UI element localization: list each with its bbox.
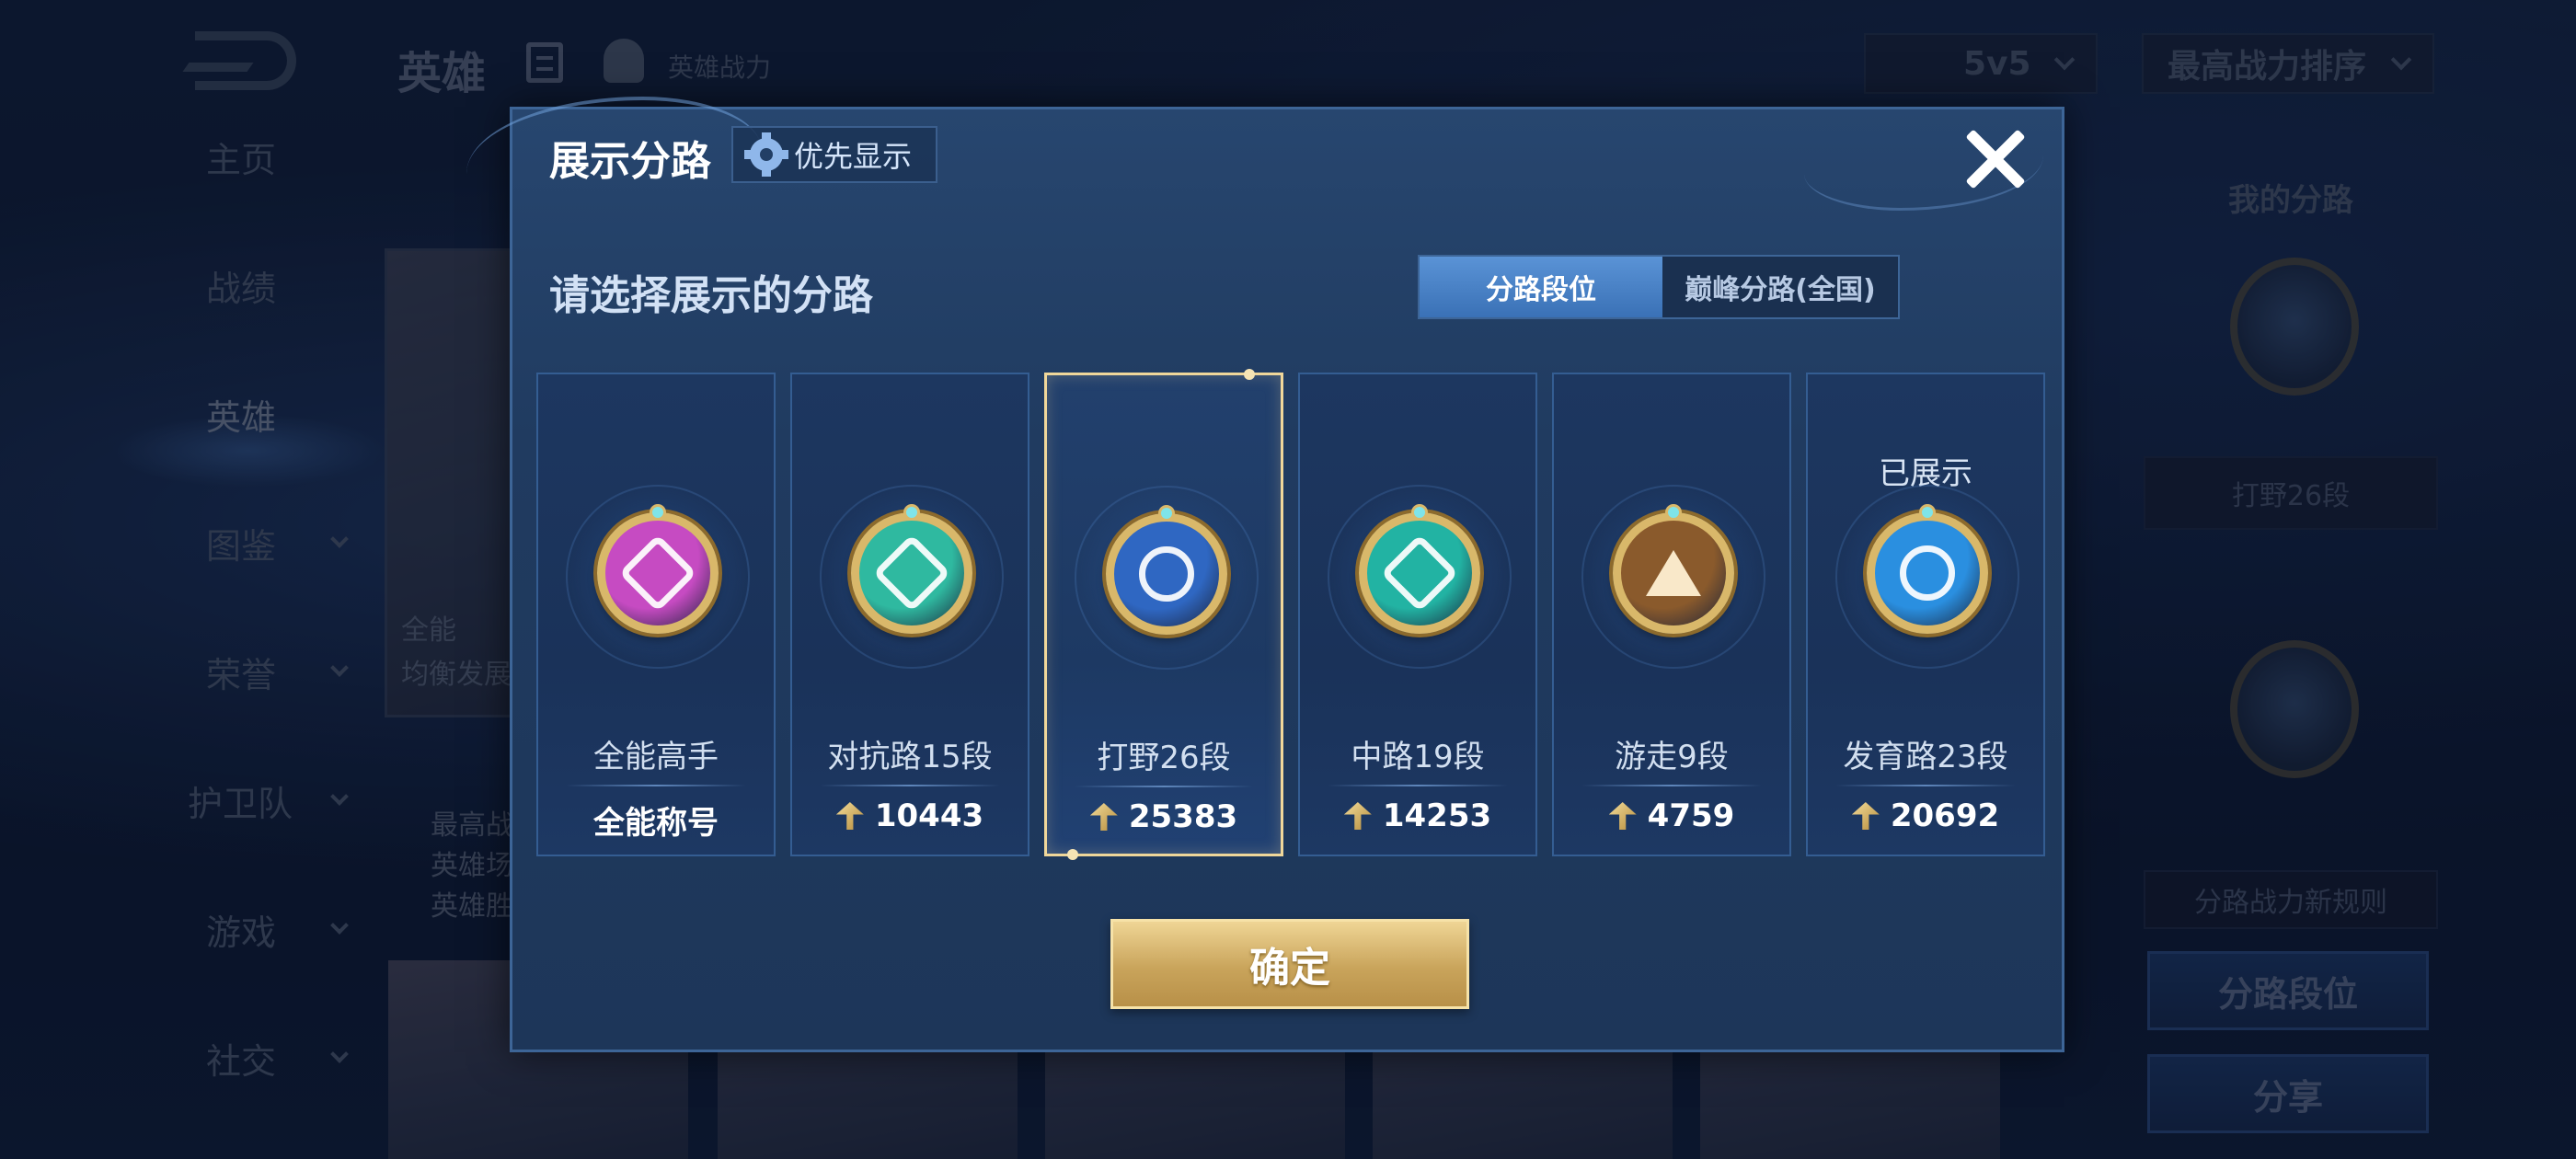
lane-card[interactable]: 已展示 发育路23段 20692 [1806, 373, 2045, 856]
badge-glyph-icon [1900, 545, 1955, 601]
lane-power: 全能称号 [538, 798, 774, 843]
lane-card[interactable]: 游走9段 4759 [1552, 373, 1791, 856]
divider [820, 785, 1000, 786]
divider [1075, 786, 1253, 787]
lane-name: 打野26段 [1097, 740, 1231, 776]
gem-icon [1411, 504, 1428, 521]
lane-name: 游走9段 [1615, 739, 1729, 775]
lane-power: 14253 [1300, 798, 1535, 834]
gem-icon [903, 504, 920, 521]
badge-glyph-icon [872, 534, 951, 613]
tab-peak-lane[interactable]: 巅峰分路(全国) [1662, 257, 1898, 317]
dialog-subtitle: 请选择展示的分路 [549, 272, 873, 319]
priority-display-label: 优先显示 [794, 139, 913, 174]
close-icon[interactable] [1962, 126, 2027, 190]
gem-icon [1919, 504, 1936, 521]
divider [1581, 785, 1762, 786]
badge-glyph-icon [1139, 546, 1194, 602]
badge-glyph-icon [618, 534, 697, 613]
gem-icon [1158, 505, 1175, 522]
lane-card[interactable]: 全能高手 全能称号 [536, 373, 776, 856]
lane-power: 4759 [1554, 798, 1789, 834]
lane-mode-tabs: 分路段位 巅峰分路(全国) [1418, 255, 1900, 319]
jungle-dragon-icon [1106, 505, 1227, 635]
roam-wings-icon [1613, 504, 1734, 634]
lane-card[interactable]: 打野26段 25383 [1044, 369, 1283, 860]
lane-name: 中路19段 [1351, 739, 1485, 775]
badge-glyph-icon [1380, 534, 1459, 613]
power-icon [835, 802, 864, 830]
power-icon [1089, 803, 1118, 831]
all-round-icon [597, 504, 719, 634]
divider [1835, 785, 2016, 786]
lane-power-value: 14253 [1382, 798, 1492, 834]
power-icon [1608, 802, 1637, 830]
farm-lane-icon [1867, 504, 1988, 634]
gem-icon [650, 504, 666, 521]
priority-display-button[interactable]: 优先显示 [731, 126, 938, 183]
lane-name: 发育路23段 [1843, 739, 2008, 775]
power-icon [1851, 802, 1880, 830]
confirm-button[interactable]: 确定 [1110, 919, 1469, 1009]
divider [566, 785, 746, 786]
mid-lane-icon [1359, 504, 1480, 634]
lane-name: 全能高手 [593, 739, 719, 775]
lane-power-value: 10443 [874, 798, 984, 834]
selection-corner [1244, 369, 1255, 380]
gear-icon [744, 132, 788, 177]
selection-corner [1067, 849, 1078, 860]
lane-power: 10443 [792, 798, 1028, 834]
clash-lane-icon [851, 504, 972, 634]
lane-name: 对抗路15段 [827, 739, 993, 775]
lane-card[interactable]: 对抗路15段 10443 [790, 373, 1029, 856]
lane-power-value: 20692 [1890, 798, 2000, 834]
dialog-title: 展示分路 [549, 138, 711, 185]
lane-card[interactable]: 中路19段 14253 [1298, 373, 1537, 856]
lane-power-value: 25383 [1128, 798, 1238, 835]
lane-power: 20692 [1808, 798, 2043, 834]
power-icon [1343, 802, 1372, 830]
gem-icon [1665, 504, 1682, 521]
lane-display-dialog: 展示分路 优先显示 请选择展示的分路 分路段位 巅峰分路(全国) 全能高手全能称… [466, 97, 2064, 1052]
lane-power: 25383 [1047, 798, 1281, 835]
badge-glyph-icon [1646, 550, 1701, 596]
tab-lane-rank[interactable]: 分路段位 [1420, 257, 1662, 317]
lane-power-value: 全能称号 [593, 805, 719, 842]
divider [1328, 785, 1508, 786]
lane-power-value: 4759 [1647, 798, 1735, 834]
